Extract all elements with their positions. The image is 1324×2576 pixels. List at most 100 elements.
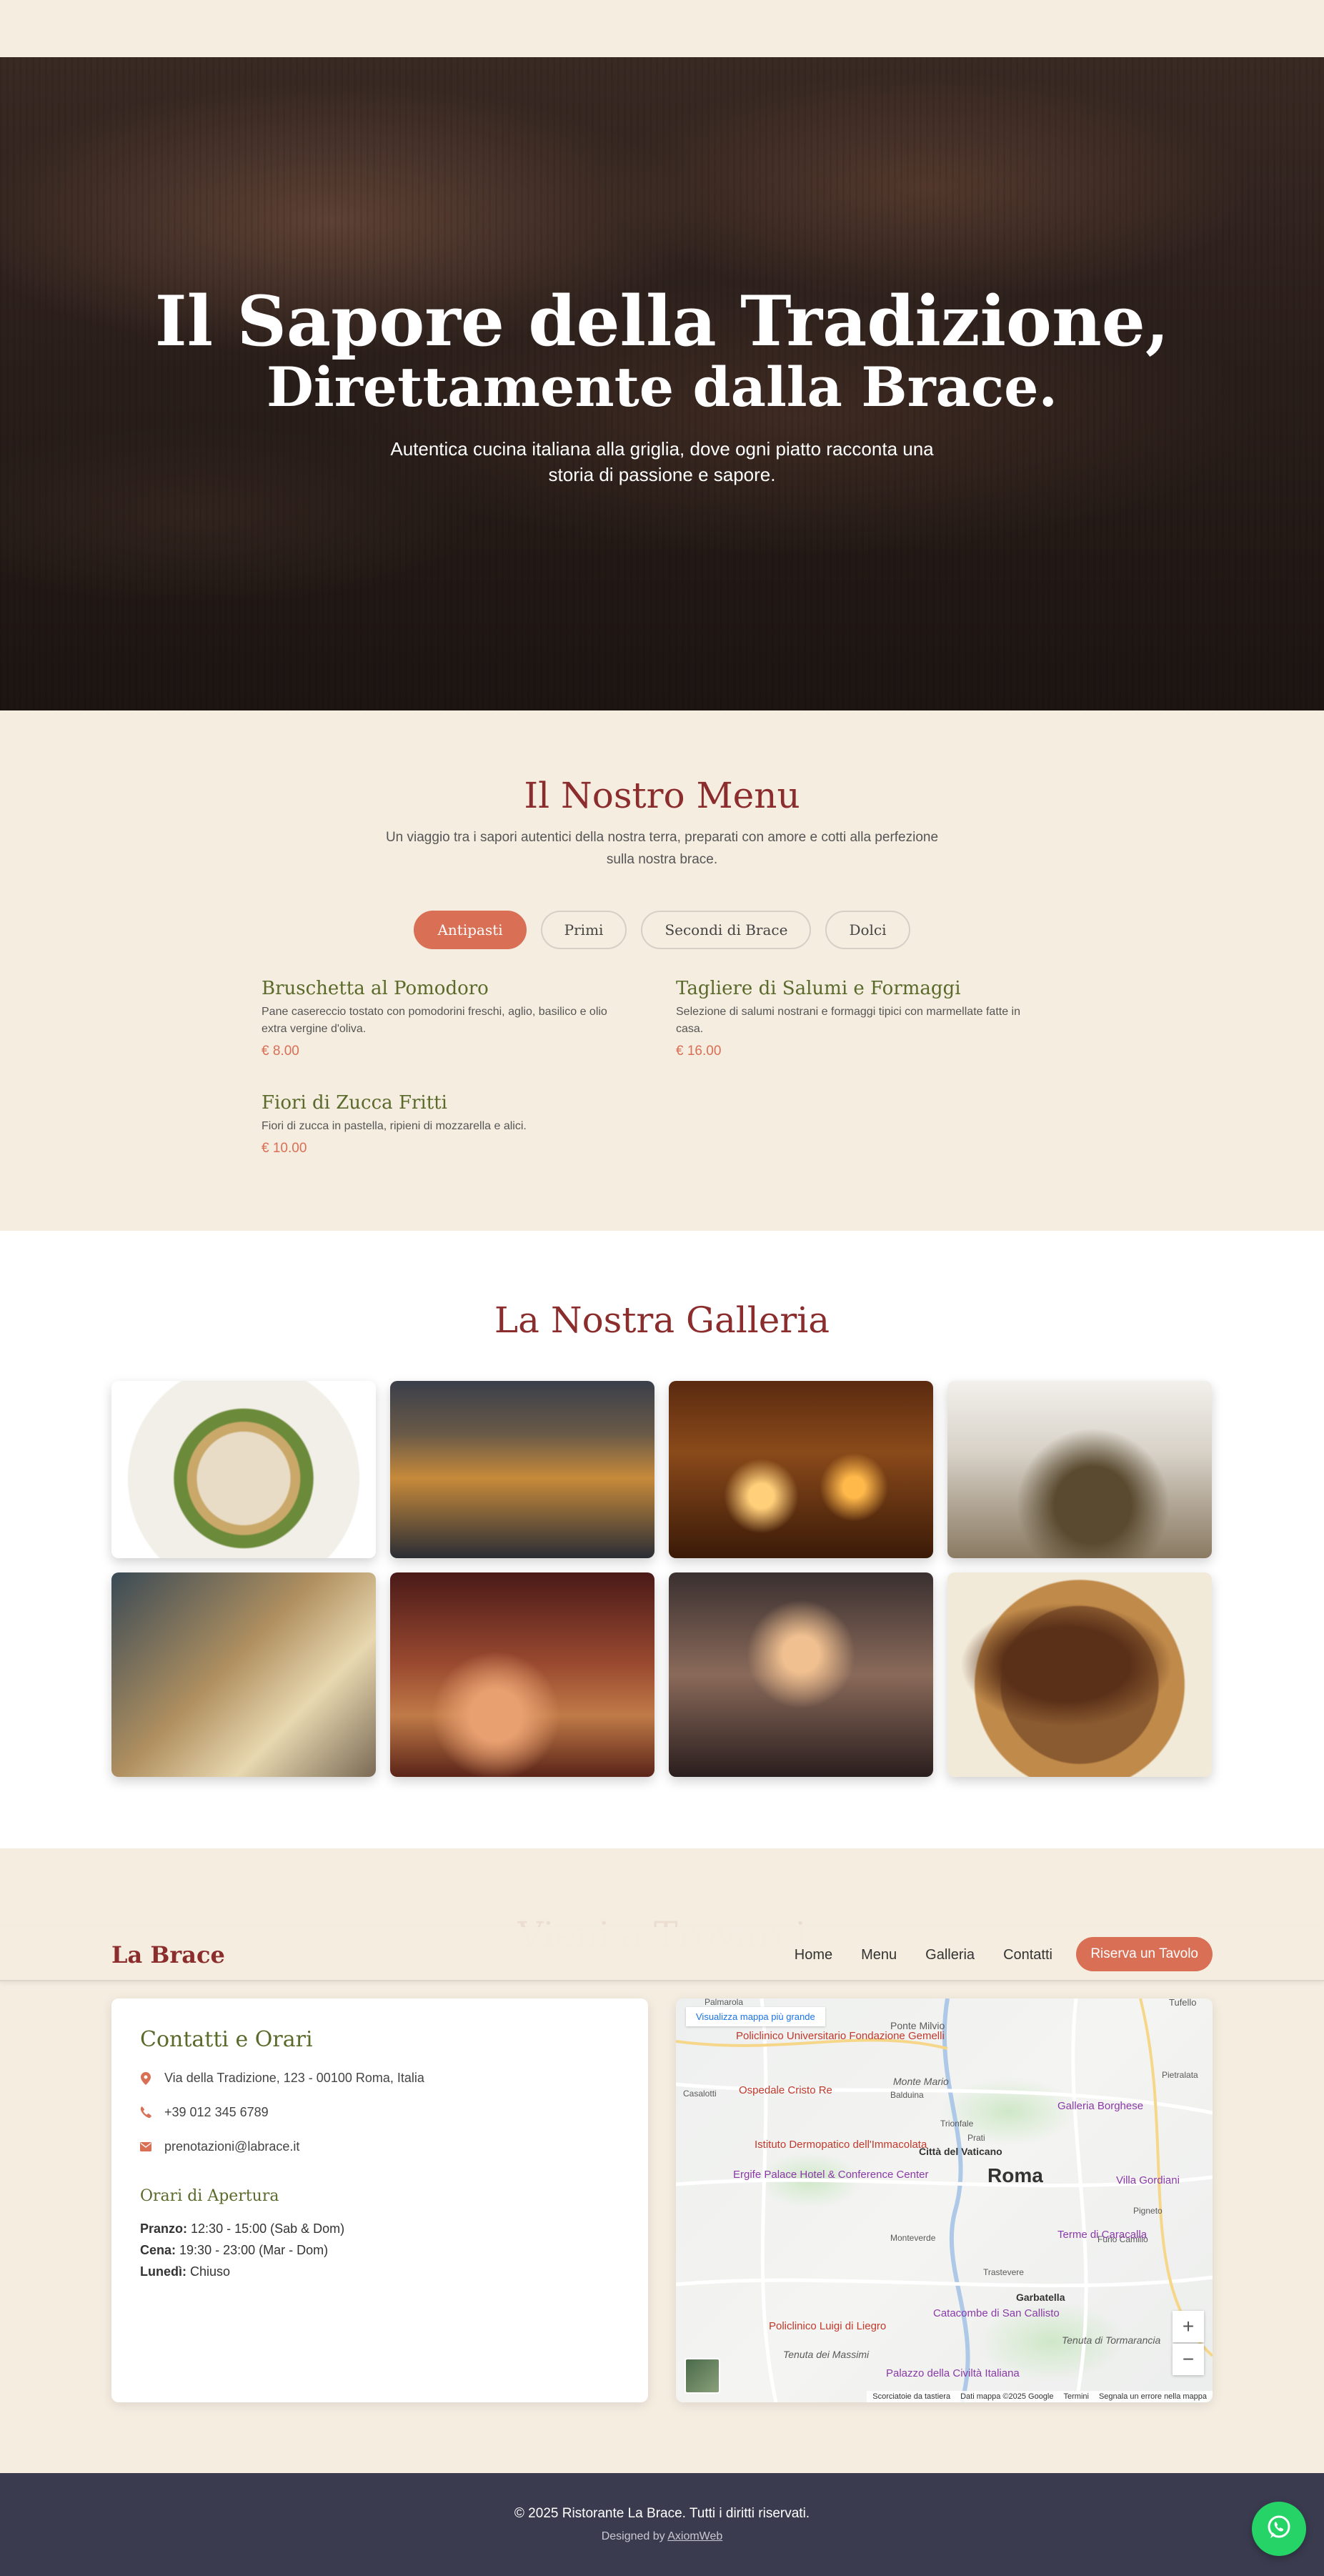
contact-address: Via della Tradizione, 123 - 00100 Roma, … [164,2071,424,2085]
menu-title: Il Nostro Menu [524,775,800,816]
map-label: Pietralata [1162,2070,1198,2080]
map-city-label: Roma [987,2164,1043,2186]
friends-toast-photo[interactable] [669,1572,933,1777]
map-poi[interactable]: Policlinico Universitario Fondazione Gem… [736,2030,945,2042]
nav-link-home[interactable]: Home [795,1947,832,1963]
map-label: Monte Mario [893,2076,949,2087]
menu-section: Il Nostro Menu Un viaggio tra i sapori a… [0,710,1324,1231]
hours-value: 12:30 - 15:00 (Sab & Dom) [191,2221,345,2236]
footer-credit: Designed by AxiomWeb [0,2530,1324,2543]
map-pin-icon [140,2071,151,2085]
map-label: Pigneto [1133,2206,1163,2216]
map-footer: Scorciatoie da tastiera Dati mappa ©2025… [867,2391,1213,2402]
menu-item-price: € 8.00 [262,1044,299,1059]
wine-candles-photo[interactable] [669,1381,933,1558]
map-label: Palmarola [705,1998,744,2007]
site-logo[interactable]: La Brace [111,1941,225,1968]
hours-label: Lunedì: [140,2264,186,2279]
phone-row: +39 012 345 6789 [140,2105,619,2120]
map-poi[interactable]: Policlinico Luigi di Liegro [769,2320,886,2332]
clams-pasta-photo[interactable] [111,1381,376,1558]
grilled-steak-photo[interactable] [947,1572,1212,1777]
whatsapp-button[interactable] [1252,2502,1306,2556]
hero-section: Il Sapore della Tradizione, Direttamente… [0,57,1324,710]
map-label: Balduina [890,2090,924,2100]
contact-email[interactable]: prenotazioni@labrace.it [164,2139,299,2154]
hero-title-line2: Direttamente dalla Brace. [266,355,1057,419]
map-poi[interactable]: Palazzo della Civiltà Italiana [886,2367,1020,2379]
map-zoom-out-button[interactable]: − [1173,2344,1204,2375]
tab-dolci[interactable]: Dolci [825,911,910,949]
nav-link-contatti[interactable]: Contatti [1003,1947,1052,1963]
contact-card: Contatti e Orari Via della Tradizione, 1… [111,1998,648,2402]
map-poi[interactable]: Villa Gordiani [1116,2174,1180,2186]
map-poi[interactable]: Catacombe di San Callisto [933,2307,1060,2319]
menu-intro: Un viaggio tra i sapori autentici della … [385,830,939,867]
menu-item-description: Fiori di zucca in pastella, ripieni di m… [262,1120,527,1132]
email-row: prenotazioni@labrace.it [140,2139,619,2154]
menu-item-description: Pane casereccio tostato con pomodorini f… [262,1006,607,1035]
map-larger-link[interactable]: Visualizza mappa più grande [686,2007,825,2026]
restaurant-interior-photo[interactable] [390,1381,654,1558]
google-map[interactable]: Visualizza mappa più grande Roma Ponte M… [676,1998,1213,2402]
hours-row: Lunedì: Chiuso [140,2261,619,2282]
hours-label: Cena: [140,2243,176,2257]
menu-item-price: € 10.00 [262,1141,307,1156]
menu-item-name: Bruschetta al Pomodoro [262,978,489,999]
map-label: Casalotti [683,2089,717,2099]
hero-subtitle: Autentica cucina italiana alla griglia, … [390,438,934,485]
footer-designed-prefix: Designed by [601,2530,665,2542]
map-label: Tenuta di Tormarancia [1062,2334,1161,2346]
hero-content: Il Sapore della Tradizione, Direttamente… [0,286,1324,487]
footer-designer-link[interactable]: AxiomWeb [667,2530,722,2542]
menu-item-description: Selezione di salumi nostrani e formaggi … [676,1006,1021,1035]
menu-item-name: Tagliere di Salumi e Formaggi [676,978,961,999]
map-label: Prati [967,2133,985,2143]
menu-item: Fiori di Zucca Fritti Fiori di zucca in … [262,1091,633,1156]
map-label: Garbatella [1016,2292,1065,2303]
map-poi[interactable]: Galleria Borghese [1057,2100,1143,2112]
hours-row: Cena: 19:30 - 23:00 (Mar - Dom) [140,2239,619,2261]
gallery-title: La Nostra Galleria [494,1299,830,1341]
menu-item-name: Fiori di Zucca Fritti [262,1092,447,1114]
map-data-credit: Dati mappa ©2025 Google [960,2392,1054,2401]
hours-value: 19:30 - 23:00 (Mar - Dom) [179,2243,329,2257]
tab-secondi-di-brace[interactable]: Secondi di Brace [641,911,812,949]
map-label: Tenuta dei Massimi [783,2349,870,2360]
map-label: Città del Vaticano [919,2146,1002,2157]
fresh-pasta-photo[interactable] [111,1572,376,1777]
map-terms-link[interactable]: Termini [1064,2392,1089,2401]
menu-item: Tagliere di Salumi e Formaggi Selezione … [676,976,1047,1059]
site-footer: © 2025 Ristorante La Brace. Tutti i diri… [0,2473,1324,2576]
map-poi[interactable]: Terme di Caracalla [1057,2229,1147,2241]
tab-primi[interactable]: Primi [540,911,627,949]
phone-icon [140,2106,151,2119]
tab-antipasti[interactable]: Antipasti [414,911,527,949]
menu-item: Bruschetta al Pomodoro Pane casereccio t… [262,976,633,1059]
nav-link-menu[interactable]: Menu [861,1947,897,1963]
map-shortcuts-link[interactable]: Scorciatoie da tastiera [872,2392,950,2401]
reserve-table-button[interactable]: Riserva un Tavolo [1076,1937,1213,1971]
envelope-icon [140,2141,151,2154]
chef-plating-photo[interactable] [947,1381,1212,1558]
hero-title-line1: Il Sapore della Tradizione, [154,281,1170,362]
hours-label: Pranzo: [140,2221,188,2236]
nav-links: Home Menu Galleria Contatti [795,1947,1052,1963]
map-poi[interactable]: Istituto Dermopatico dell'Immacolata [755,2139,927,2151]
gallery-section: La Nostra Galleria [0,1231,1324,1848]
hours-value: Chiuso [190,2264,231,2279]
hours-row: Pranzo: 12:30 - 15:00 (Sab & Dom) [140,2218,619,2239]
pastries-tray-photo[interactable] [390,1572,654,1777]
footer-copyright: © 2025 Ristorante La Brace. Tutti i diri… [514,2506,810,2521]
contact-phone[interactable]: +39 012 345 6789 [164,2105,269,2120]
hours-list: Pranzo: 12:30 - 15:00 (Sab & Dom) Cena: … [140,2218,619,2282]
map-poi[interactable]: Ergife Palace Hotel & Conference Center [733,2169,928,2181]
map-label: Trionfale [940,2119,974,2129]
map-poi[interactable]: Ospedale Cristo Re [739,2084,832,2096]
map-zoom-in-button[interactable]: + [1173,2311,1204,2342]
nav-link-galleria[interactable]: Galleria [925,1947,975,1963]
menu-tabs: Antipasti Primi Secondi di Brace Dolci [0,911,1324,949]
hours-title: Orari di Apertura [140,2187,279,2205]
map-satellite-toggle[interactable] [685,2358,720,2394]
map-report-link[interactable]: Segnala un errore nella mappa [1099,2392,1207,2401]
